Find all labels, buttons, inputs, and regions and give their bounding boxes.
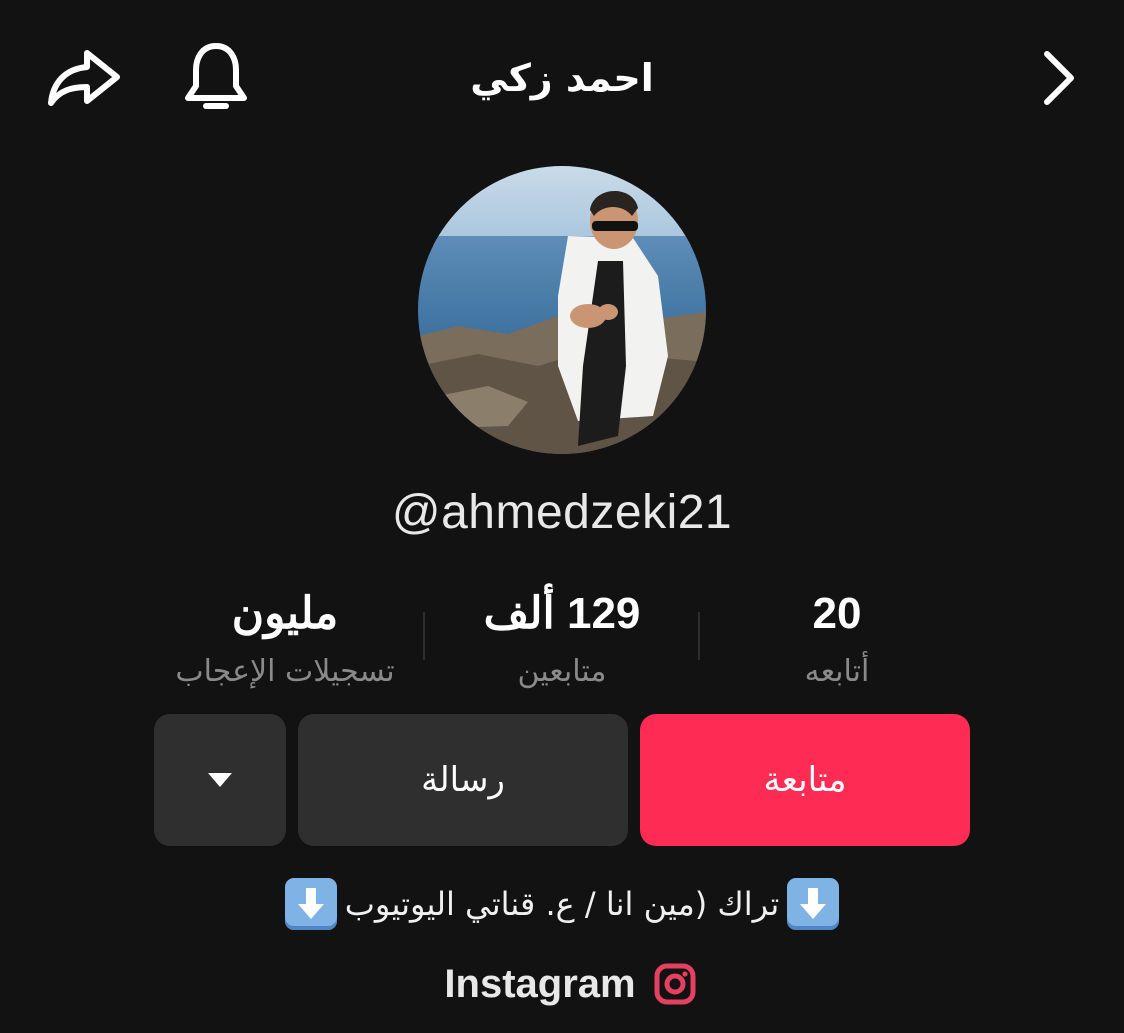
following-count[interactable]: 20: [760, 586, 914, 642]
bio: تراك (مين انا / ع. قناتي اليوتيوب: [200, 872, 924, 936]
instagram-icon: [654, 963, 696, 1005]
down-arrow-emoji: [787, 878, 840, 930]
avatar-photo: [418, 166, 706, 454]
following-label: أتابعه: [804, 654, 870, 689]
page-title: احمد زكي: [470, 56, 654, 100]
chevron-right-icon: [1044, 51, 1074, 105]
bio-text: تراك (مين انا / ع. قناتي اليوتيوب: [344, 885, 780, 923]
likes-count[interactable]: مليون: [150, 586, 420, 642]
follow-button[interactable]: متابعة: [640, 714, 970, 846]
caret-down-icon: [208, 773, 232, 787]
down-arrow-emoji: [284, 878, 337, 930]
back-button[interactable]: [1024, 40, 1094, 116]
followers-label: متابعين: [517, 654, 607, 689]
share-icon: [48, 50, 120, 106]
followers-count[interactable]: 129 ألف: [440, 586, 684, 642]
notification-button[interactable]: [176, 36, 256, 120]
message-button[interactable]: رسالة: [298, 714, 628, 846]
instagram-link[interactable]: Instagram: [420, 952, 720, 1016]
follow-button-label: متابعة: [763, 760, 847, 800]
username: @ahmedzeki21: [391, 486, 733, 539]
more-options-button[interactable]: [154, 714, 286, 846]
bell-icon: [185, 43, 247, 109]
share-button[interactable]: [42, 40, 126, 116]
avatar[interactable]: [418, 166, 706, 454]
instagram-link-label: Instagram: [444, 961, 636, 1006]
stat-divider: [423, 612, 425, 660]
likes-label: تسجيلات الإعجاب: [175, 654, 395, 689]
stat-divider: [698, 612, 700, 660]
message-button-label: رسالة: [421, 760, 505, 800]
